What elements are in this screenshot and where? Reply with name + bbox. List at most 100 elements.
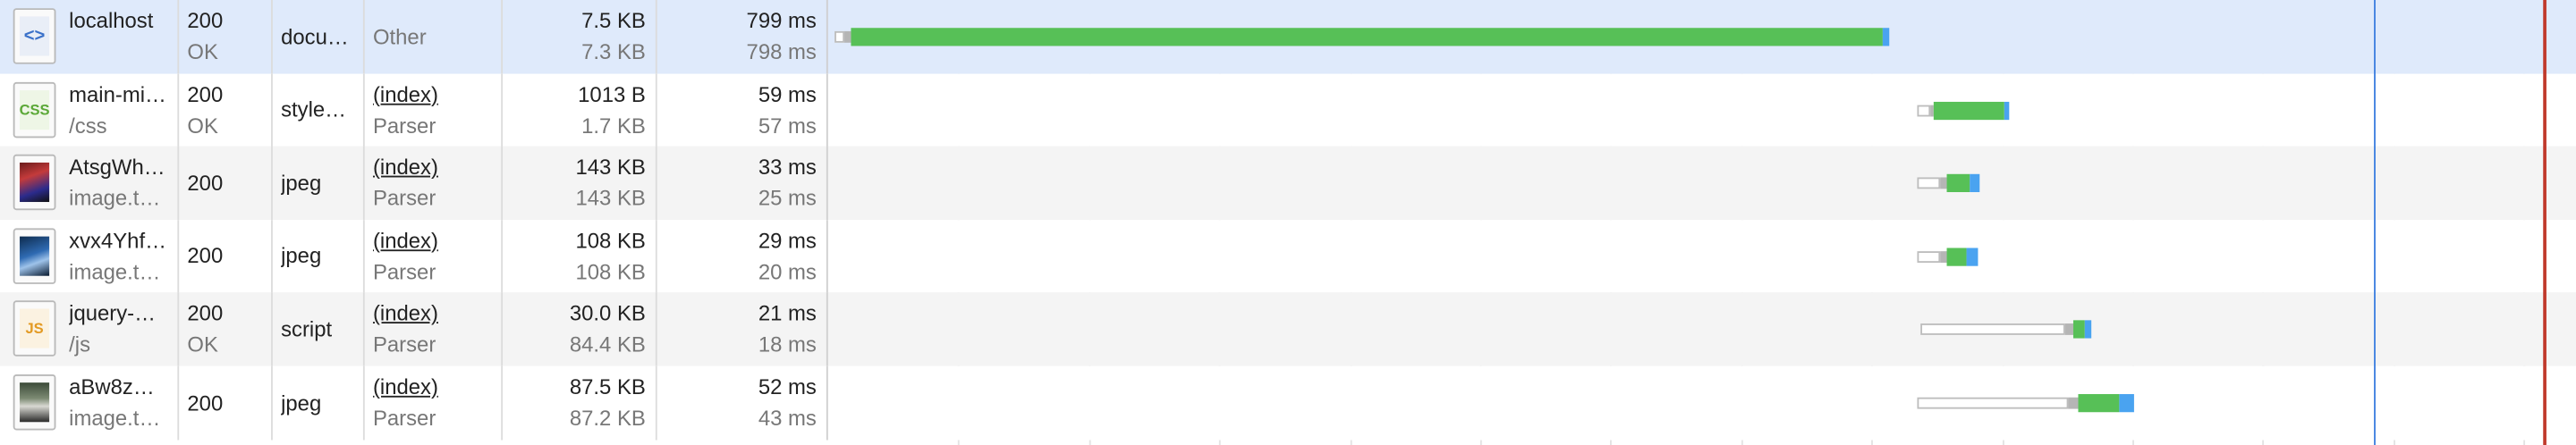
- waterfall-queue-bar: [1917, 104, 1931, 116]
- request-row-1[interactable]: <> localhost 200 OK docu… Other 7.5 KB 7…: [0, 0, 2576, 73]
- initiator-cell: (index) Parser: [365, 365, 504, 440]
- waterfall-cell[interactable]: [828, 293, 2576, 366]
- time-latency: 43 ms: [758, 405, 817, 431]
- initiator-link[interactable]: (index): [373, 371, 496, 402]
- size-resource: 1.7 KB: [581, 113, 646, 138]
- type-cell: jpeg: [273, 365, 365, 440]
- request-row-6[interactable]: aBw8zY… image.t… 200 jpeg (index) Parser…: [0, 365, 2576, 440]
- size-cell: 108 KB 108 KB: [503, 219, 657, 293]
- resource-type: jpeg: [281, 170, 322, 196]
- initiator-detail: Parser: [372, 405, 436, 431]
- network-request-table: <> localhost 200 OK docu… Other 7.5 KB 7…: [0, 0, 2576, 445]
- waterfall-download-bar: [2084, 321, 2091, 340]
- time-cell: 21 ms 18 ms: [657, 292, 828, 366]
- load-marker: [2543, 0, 2546, 445]
- waterfall-download-bar: [1883, 28, 1889, 46]
- size-resource: 108 KB: [575, 258, 646, 284]
- type-cell: jpeg: [273, 219, 365, 293]
- name-cell[interactable]: xvx4Yhf… image.t…: [0, 219, 180, 293]
- initiator-cell: (index) Parser: [365, 72, 504, 147]
- request-name: localhost: [69, 8, 154, 33]
- initiator-cell: (index) Parser: [365, 219, 504, 293]
- waterfall-waiting-bar: [1947, 248, 1967, 266]
- name-cell[interactable]: CSS main-mi… /css: [0, 72, 180, 147]
- initiator-link[interactable]: (index): [373, 151, 496, 182]
- time-cell: 29 ms 20 ms: [657, 219, 828, 293]
- document-icon: <>: [13, 8, 56, 64]
- file-icon-glyph: CSS: [20, 89, 50, 130]
- name-cell[interactable]: aBw8zY… image.t…: [0, 365, 180, 440]
- time-latency: 18 ms: [758, 332, 817, 357]
- script-icon: JS: [13, 301, 56, 357]
- request-path: [69, 36, 167, 67]
- waterfall-download-bar: [2119, 394, 2134, 413]
- waterfall-queue-bar: [1917, 397, 2069, 409]
- status-text: OK: [187, 332, 218, 357]
- name-cell[interactable]: JS jquery-… /js: [0, 292, 180, 366]
- initiator-cell: (index) Parser: [365, 292, 504, 366]
- waterfall-queue-bar: [835, 30, 845, 43]
- request-name: aBw8zY…: [69, 374, 168, 399]
- request-row-3[interactable]: AtsgWh… image.t… 200 jpeg (index) Parser…: [0, 146, 2576, 220]
- waterfall-cell[interactable]: [828, 366, 2576, 440]
- request-row-4[interactable]: xvx4Yhf… image.t… 200 jpeg (index) Parse…: [0, 219, 2576, 293]
- status-cell: 200 OK: [179, 0, 273, 73]
- initiator-link[interactable]: (index): [373, 78, 496, 109]
- initiator-link[interactable]: (index): [373, 224, 496, 256]
- resource-type: jpeg: [281, 390, 322, 416]
- waterfall-cell[interactable]: [828, 147, 2576, 220]
- status-code: 200: [187, 81, 224, 106]
- size-resource: 87.2 KB: [569, 405, 646, 431]
- image-icon: [13, 228, 56, 284]
- status-code: 200: [187, 301, 224, 326]
- time-latency: 798 ms: [746, 39, 817, 64]
- time-cell: 59 ms 57 ms: [657, 72, 828, 147]
- initiator-detail: Parser: [372, 258, 436, 284]
- dom-content-loaded-marker: [2373, 0, 2377, 445]
- initiator-detail: Parser: [372, 113, 436, 138]
- request-row-5[interactable]: JS jquery-… /js 200 OK script (index) Pa…: [0, 292, 2576, 366]
- waterfall-waiting-bar: [2073, 321, 2085, 340]
- time-total: 52 ms: [758, 374, 817, 399]
- name-cell[interactable]: AtsgWh… image.t…: [0, 146, 180, 220]
- time-total: 29 ms: [758, 228, 817, 253]
- initiator-detail: Parser: [372, 185, 436, 211]
- request-name: main-mi…: [69, 81, 166, 106]
- waterfall-cell[interactable]: [828, 73, 2576, 147]
- status-text: [187, 182, 266, 214]
- status-text: OK: [187, 39, 218, 64]
- resource-type: script: [281, 316, 333, 342]
- request-name: xvx4Yhf…: [69, 228, 166, 253]
- resource-type: jpeg: [281, 243, 322, 269]
- waterfall-queue-bar: [1919, 323, 2065, 336]
- initiator-link[interactable]: (index): [373, 298, 496, 329]
- size-cell: 30.0 KB 84.4 KB: [503, 292, 657, 366]
- file-icon-glyph: [20, 236, 50, 276]
- request-path: image.t…: [69, 185, 161, 211]
- request-row-2[interactable]: CSS main-mi… /css 200 OK style… (index) …: [0, 72, 2576, 147]
- size-transferred: 143 KB: [575, 155, 646, 180]
- status-cell: 200 OK: [179, 292, 273, 366]
- size-resource: 7.3 KB: [581, 39, 646, 64]
- size-resource: 143 KB: [575, 185, 646, 211]
- waterfall-cell[interactable]: [828, 0, 2576, 73]
- size-transferred: 7.5 KB: [581, 8, 646, 33]
- initiator-detail: [373, 36, 496, 67]
- size-transferred: 87.5 KB: [569, 374, 646, 399]
- name-cell[interactable]: <> localhost: [0, 0, 180, 73]
- type-cell: style…: [273, 72, 365, 147]
- waterfall-cell[interactable]: [828, 220, 2576, 293]
- time-total: 799 ms: [746, 8, 817, 33]
- status-cell: 200: [179, 365, 273, 440]
- initiator-cell: Other: [365, 0, 504, 73]
- request-path: /js: [69, 332, 91, 357]
- size-transferred: 30.0 KB: [569, 301, 646, 326]
- waterfall-stall-bar: [1940, 177, 1948, 189]
- waterfall-stall-bar: [1940, 250, 1948, 263]
- time-latency: 25 ms: [758, 185, 817, 211]
- waterfall-download-bar: [1966, 248, 1979, 266]
- resource-type: style…: [281, 97, 347, 122]
- request-path: image.t…: [69, 258, 161, 284]
- waterfall-stall-bar: [2068, 397, 2078, 409]
- stylesheet-icon: CSS: [13, 81, 56, 138]
